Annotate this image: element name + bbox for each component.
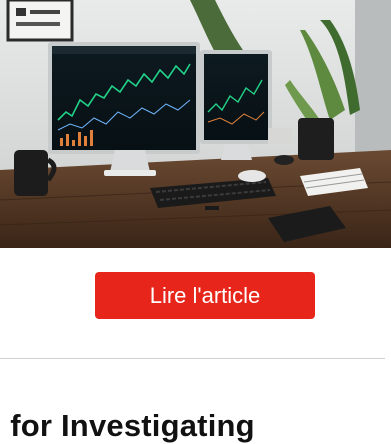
next-article-title[interactable]: s for Investigating	[0, 408, 255, 444]
hero-illustration	[0, 0, 391, 248]
read-article-button[interactable]: Lire l'article	[95, 272, 315, 319]
section-divider	[0, 358, 385, 359]
article-hero-image	[0, 0, 391, 248]
